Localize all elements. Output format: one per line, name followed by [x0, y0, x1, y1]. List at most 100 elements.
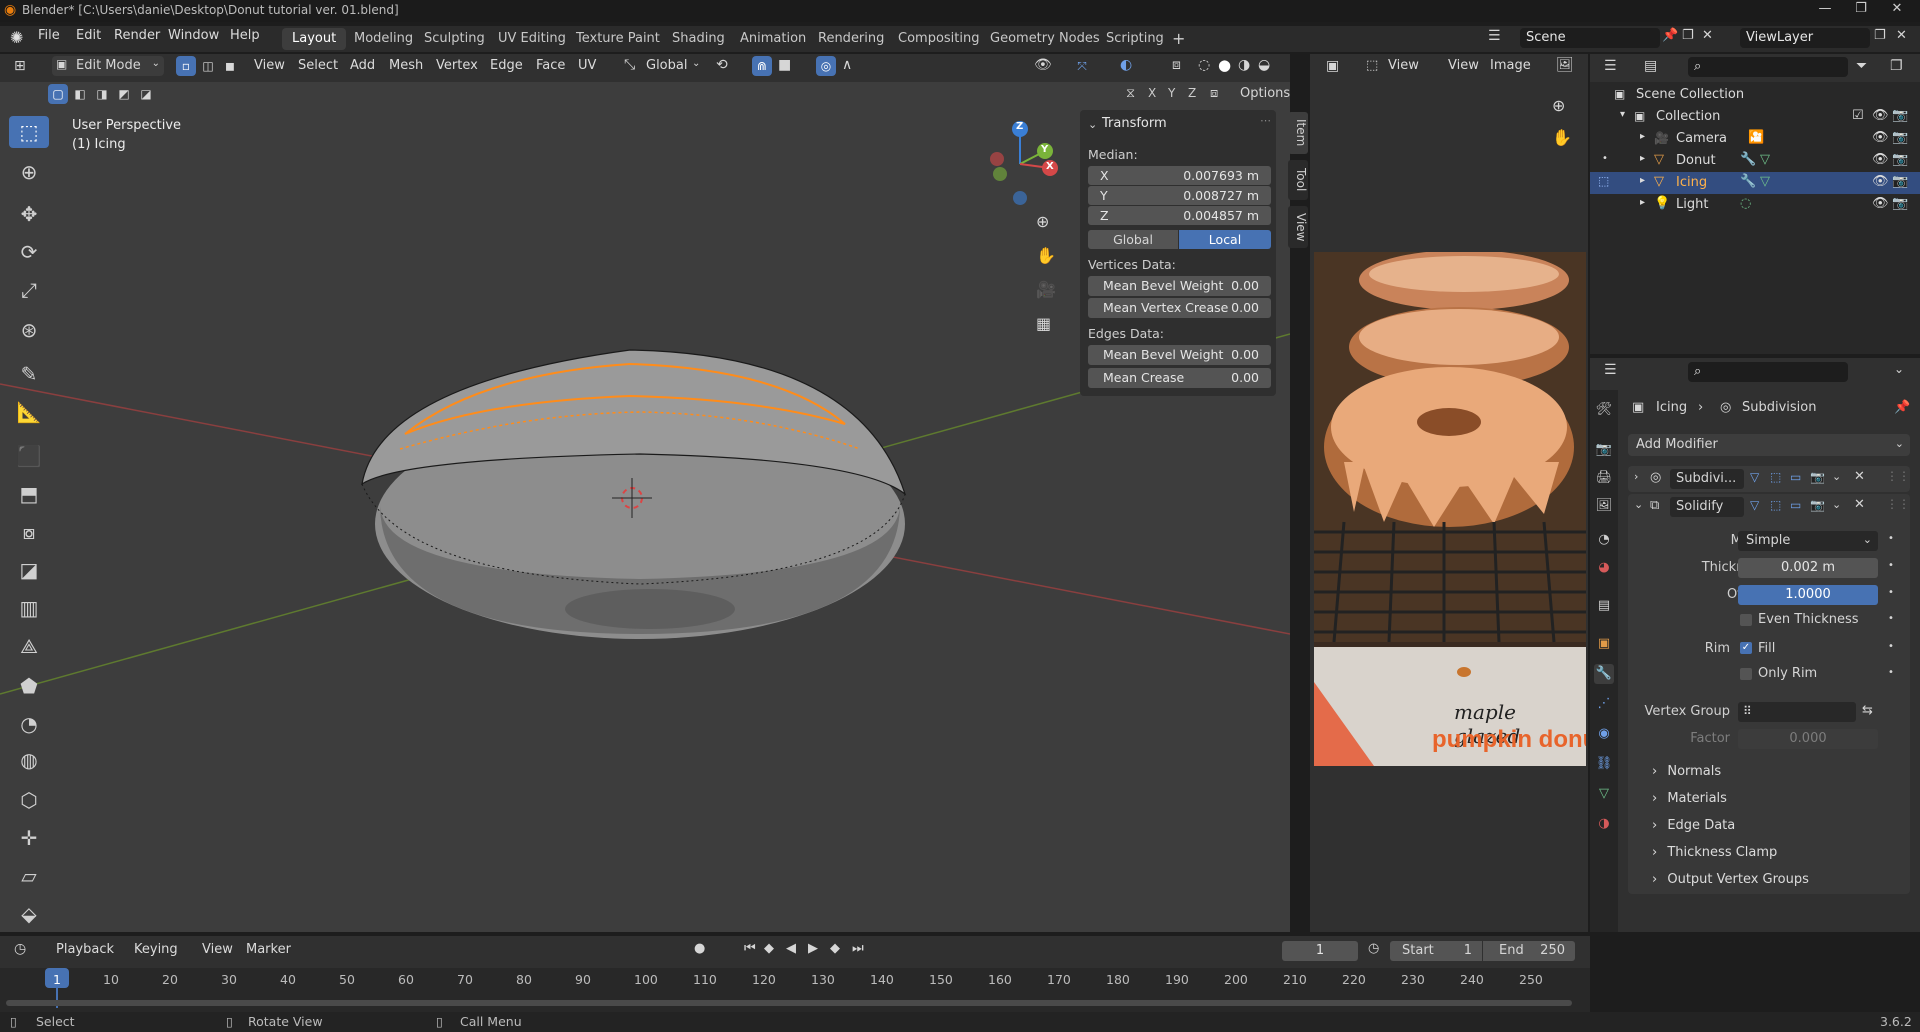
- mirror-x[interactable]: X: [1148, 86, 1156, 100]
- edge-slide-tool[interactable]: ⬡: [9, 784, 49, 816]
- modifier-tab-icon[interactable]: 🔧: [1594, 664, 1614, 684]
- blender-menu-icon[interactable]: ✺: [10, 28, 23, 47]
- menu-uv[interactable]: UV: [578, 58, 596, 73]
- transform-panel-title[interactable]: Transform: [1102, 116, 1167, 131]
- constraints-tab-icon[interactable]: ⛓: [1594, 754, 1614, 774]
- camera-view-icon[interactable]: 🎥: [1036, 280, 1056, 299]
- extrude-tool[interactable]: ⬒: [9, 478, 49, 510]
- gizmo-z-label[interactable]: Z: [1016, 121, 1023, 132]
- menu-file[interactable]: File: [38, 28, 60, 43]
- menu-face[interactable]: Face: [536, 58, 565, 73]
- close-icon[interactable]: ✕: [1854, 469, 1865, 484]
- mean-crease-field[interactable]: Mean Crease 0.00: [1088, 368, 1271, 388]
- outliner-row-scene-collection[interactable]: ▣ Scene Collection: [1590, 84, 1920, 106]
- output-tab-icon[interactable]: 🖨: [1594, 468, 1614, 488]
- jump-start-icon[interactable]: ⏮: [744, 941, 756, 956]
- display-mode-icon[interactable]: ▤: [1644, 58, 1657, 74]
- select-extend-icon[interactable]: ◧: [70, 84, 90, 104]
- mirror-y[interactable]: Y: [1168, 86, 1175, 100]
- gizmo-y-label[interactable]: Y: [1041, 144, 1048, 155]
- tab-uv-editing[interactable]: UV Editing: [488, 28, 576, 50]
- preview-range-icon[interactable]: ◷: [1368, 941, 1379, 956]
- delete-scene-icon[interactable]: ✕: [1702, 28, 1713, 43]
- render-display-icon[interactable]: 📷: [1810, 470, 1825, 484]
- subpanel-edge-data[interactable]: › Edge Data: [1652, 818, 1735, 833]
- outliner-editor-icon[interactable]: ☰: [1604, 58, 1617, 74]
- world-tab-icon[interactable]: ◕: [1594, 558, 1614, 578]
- tab-modeling[interactable]: Modeling: [344, 28, 423, 50]
- timeline-scrollbar[interactable]: [6, 1000, 1572, 1006]
- pin-icon[interactable]: 📌: [1894, 400, 1910, 415]
- keyframe-dot-icon[interactable]: •: [1888, 641, 1894, 652]
- scene-field[interactable]: Scene: [1520, 28, 1660, 48]
- modifier-subdivision[interactable]: › ◎ Subdivi... ▽ ⬚ ▭ 📷 ⌄ ✕ ⋮⋮: [1628, 466, 1910, 492]
- wireframe-shading-icon[interactable]: ◌: [1198, 57, 1210, 73]
- mean-bevel-weight-field[interactable]: Mean Bevel Weight 0.00: [1088, 276, 1271, 296]
- viewport-display-icon[interactable]: ▭: [1790, 470, 1801, 484]
- scene-tab-icon[interactable]: ◔: [1594, 530, 1614, 550]
- zoom-icon[interactable]: ⊕: [1036, 212, 1049, 231]
- chevron-down-icon[interactable]: ⌄: [692, 58, 700, 69]
- rip-tool[interactable]: ⬙: [9, 898, 49, 930]
- image-editor-type-icon[interactable]: ▣: [1326, 58, 1339, 74]
- menu-add[interactable]: Add: [350, 58, 375, 73]
- properties-editor-icon[interactable]: ☰: [1604, 362, 1617, 378]
- pin-scene-icon[interactable]: 📌: [1662, 28, 1678, 43]
- overlay-icon[interactable]: ◐: [1120, 57, 1132, 73]
- end-frame-field[interactable]: End 250: [1483, 941, 1575, 961]
- gizmo-toggle-icon[interactable]: ⤧: [1072, 56, 1092, 76]
- pivot-point-icon[interactable]: ⟲: [716, 57, 728, 73]
- select-subtract-icon[interactable]: ◨: [92, 84, 112, 104]
- minimize-icon[interactable]: —: [1810, 1, 1840, 21]
- gizmo-x-label[interactable]: X: [1046, 161, 1054, 172]
- record-icon[interactable]: ●: [694, 941, 705, 956]
- modifier-name-field[interactable]: Solidify: [1670, 497, 1744, 517]
- median-x-field[interactable]: X 0.007693 m: [1088, 166, 1271, 185]
- menu-timeline-view[interactable]: View: [202, 942, 233, 957]
- menu-view[interactable]: View: [254, 58, 285, 73]
- loop-cut-tool[interactable]: ▥: [9, 592, 49, 624]
- menu-help[interactable]: Help: [230, 28, 260, 43]
- thickness-field[interactable]: 0.002 m: [1738, 558, 1878, 578]
- subpanel-normals[interactable]: › Normals: [1652, 764, 1721, 779]
- keyframe-dot-icon[interactable]: •: [1888, 560, 1894, 571]
- rotate-tool[interactable]: ⟳: [9, 236, 49, 268]
- image-pan-icon[interactable]: ✋: [1552, 128, 1572, 147]
- tab-view[interactable]: View: [1288, 206, 1308, 248]
- image-zoom-icon[interactable]: ⊕: [1552, 96, 1565, 115]
- tab-layout[interactable]: Layout: [282, 28, 347, 50]
- tab-rendering[interactable]: Rendering: [808, 28, 894, 50]
- menu-image-view[interactable]: View: [1448, 58, 1479, 73]
- chevron-down-icon[interactable]: ⌄: [1832, 470, 1841, 483]
- orientation-dropdown[interactable]: Global: [646, 58, 687, 73]
- close-window-icon[interactable]: ✕: [1882, 1, 1912, 21]
- delete-view-layer-icon[interactable]: ✕: [1896, 28, 1907, 43]
- drag-handle-icon[interactable]: ⋯: [1260, 114, 1271, 127]
- even-thickness-checkbox[interactable]: [1740, 614, 1752, 626]
- snap-target-icon[interactable]: ■: [778, 57, 791, 73]
- keyframe-dot-icon[interactable]: •: [1888, 613, 1894, 624]
- render-camera-icon[interactable]: 📷: [1892, 196, 1908, 211]
- mean-vertex-crease-field[interactable]: Mean Vertex Crease 0.00: [1088, 298, 1271, 318]
- viewport-display-icon[interactable]: ▭: [1790, 498, 1801, 512]
- menu-mesh[interactable]: Mesh: [389, 58, 423, 73]
- options-dropdown[interactable]: Options: [1240, 86, 1290, 101]
- menu-select[interactable]: Select: [298, 58, 338, 73]
- timeline-editor-icon[interactable]: ◷: [14, 941, 26, 957]
- render-camera-icon[interactable]: 📷: [1892, 174, 1908, 189]
- view-layer-tab-icon[interactable]: 🖼: [1594, 496, 1614, 516]
- edge-bevel-weight-field[interactable]: Mean Bevel Weight 0.00: [1088, 345, 1271, 365]
- keyframe-dot-icon[interactable]: •: [1888, 667, 1894, 678]
- mirror-z[interactable]: Z: [1188, 86, 1196, 100]
- menu-playback[interactable]: Playback: [56, 942, 114, 957]
- add-cube-tool[interactable]: ⬛: [9, 440, 49, 472]
- transform-orientation-icon[interactable]: ⤡: [624, 57, 635, 73]
- face-select-icon[interactable]: ◼: [220, 56, 240, 76]
- local-toggle[interactable]: Local: [1179, 230, 1271, 249]
- xray-icon[interactable]: ⧈: [1172, 57, 1181, 73]
- tool-tab-icon[interactable]: 🛠: [1594, 400, 1614, 420]
- chevron-right-icon[interactable]: ▸: [1640, 197, 1645, 208]
- rendered-shading-icon[interactable]: ◒: [1258, 57, 1270, 73]
- tab-sculpting[interactable]: Sculpting: [414, 28, 495, 50]
- restore-icon[interactable]: ❐: [1846, 1, 1876, 21]
